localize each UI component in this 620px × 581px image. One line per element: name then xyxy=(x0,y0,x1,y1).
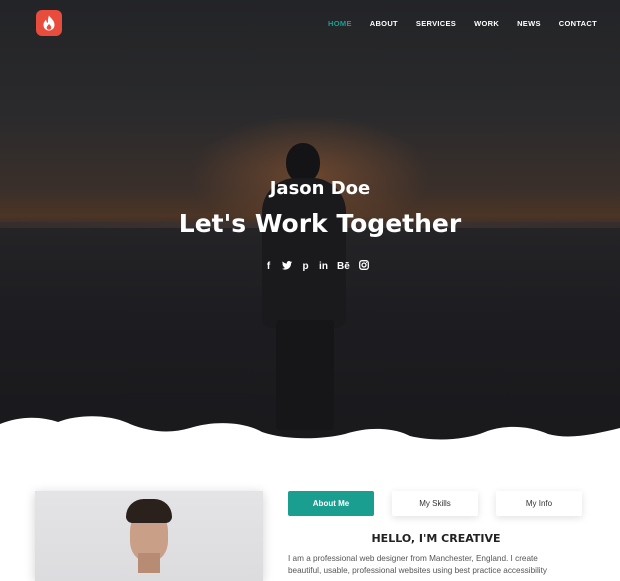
behance-icon[interactable]: Bē xyxy=(337,261,350,273)
nav-news[interactable]: NEWS xyxy=(517,19,541,29)
nav-work[interactable]: WORK xyxy=(474,19,499,29)
about-tabs: About Me My Skills My Info xyxy=(288,491,582,516)
nav-about[interactable]: ABOUT xyxy=(370,19,398,29)
nav-contact[interactable]: CONTACT xyxy=(559,19,597,29)
profile-photo-hair xyxy=(126,499,172,523)
tab-my-info[interactable]: My Info xyxy=(496,491,582,516)
hero-title: Let's Work Together xyxy=(178,209,462,238)
profile-photo-neck xyxy=(138,553,160,573)
tab-about-me[interactable]: About Me xyxy=(288,491,374,516)
about-heading: HELLO, I'M CREATIVE xyxy=(371,532,501,545)
profile-photo xyxy=(35,491,263,581)
pinterest-icon[interactable]: p xyxy=(301,261,310,273)
hero-section: HOME ABOUT SERVICES WORK NEWS CONTACT Ja… xyxy=(0,0,620,450)
nav-home[interactable]: HOME xyxy=(328,19,352,29)
social-links: f p in Bē xyxy=(264,260,369,274)
hero-wave-divider xyxy=(0,416,620,460)
main-nav: HOME ABOUT SERVICES WORK NEWS CONTACT xyxy=(310,19,597,29)
instagram-icon[interactable] xyxy=(358,260,369,274)
about-text: I am a professional web designer from Ma… xyxy=(288,553,588,577)
about-text-line-1: I am a professional web designer from Ma… xyxy=(288,554,538,563)
about-text-line-2: beautiful, usable, professional websites… xyxy=(288,566,547,575)
facebook-icon[interactable]: f xyxy=(264,261,273,273)
flame-icon xyxy=(43,15,55,31)
site-logo[interactable] xyxy=(36,10,62,36)
twitter-icon[interactable] xyxy=(282,260,292,274)
linkedin-icon[interactable]: in xyxy=(319,261,328,273)
hero-figure-head xyxy=(286,143,320,183)
tab-my-skills[interactable]: My Skills xyxy=(392,491,478,516)
hero-figure-body xyxy=(262,178,346,328)
nav-services[interactable]: SERVICES xyxy=(416,19,456,29)
hero-name: Jason Doe xyxy=(269,178,371,199)
